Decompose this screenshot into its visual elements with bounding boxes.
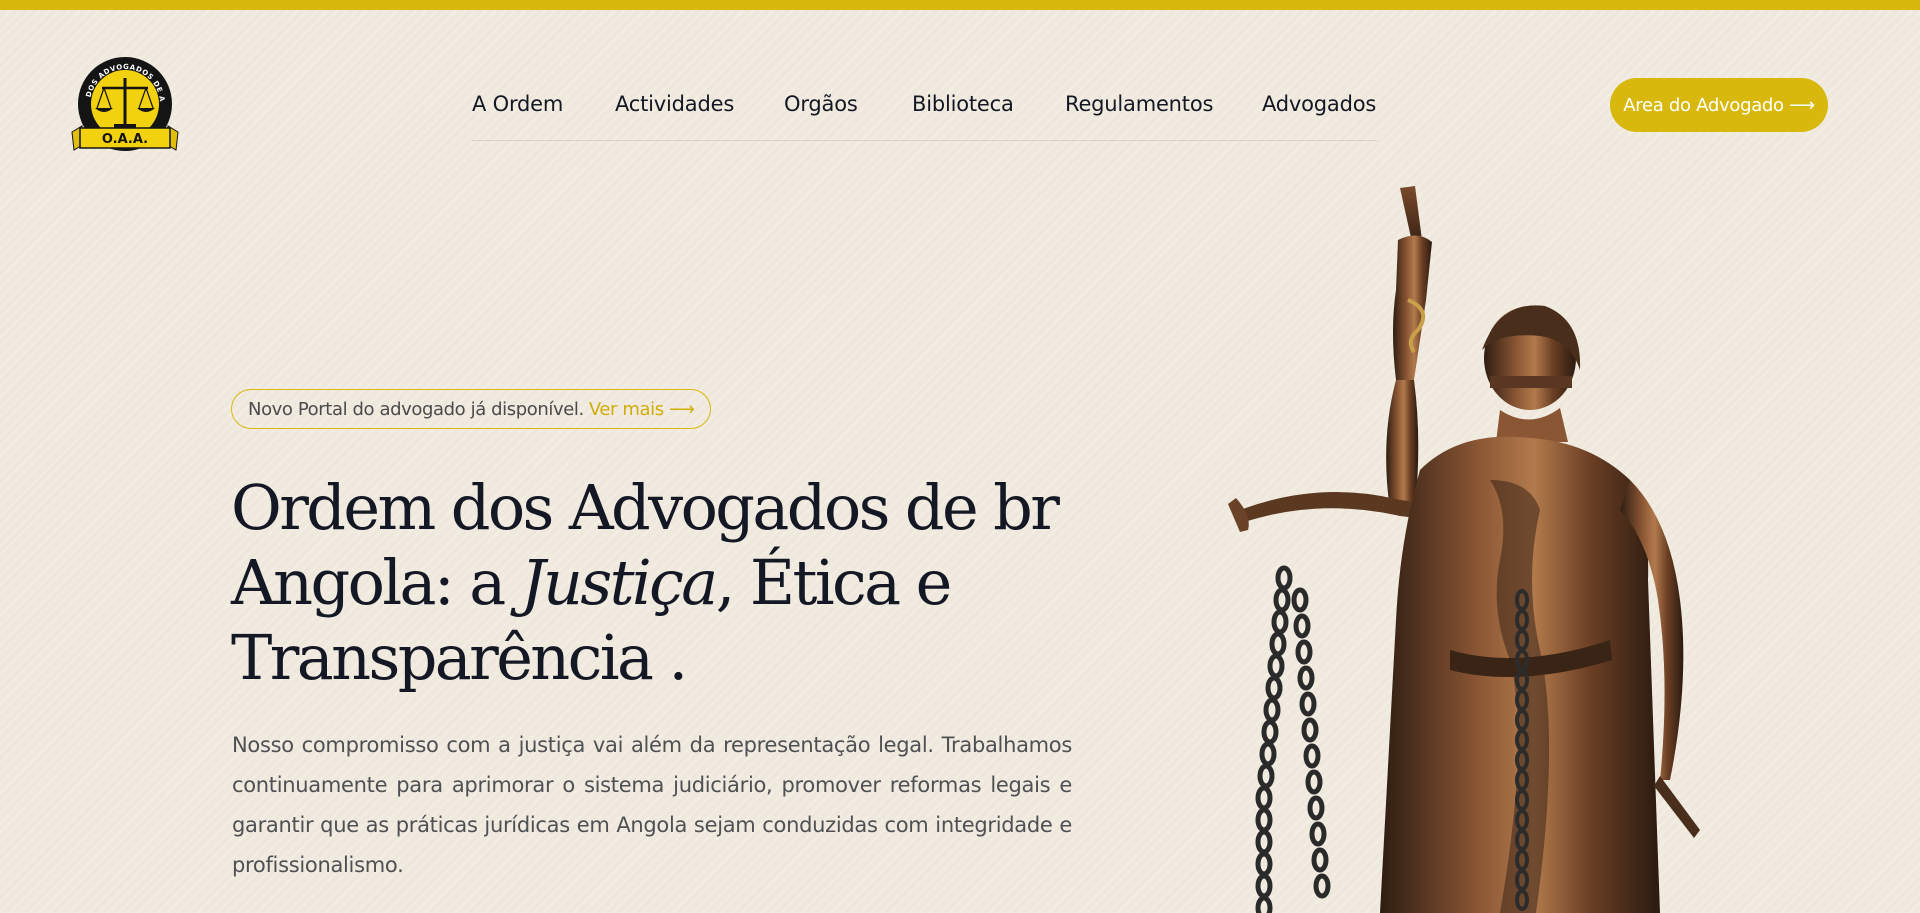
scales-emblem-icon: ORDEM DOS ADVOGADOS DE ANGOLA O.A.A.	[66, 50, 179, 151]
nav-item-advogados[interactable]: Advogados	[1262, 92, 1376, 116]
statue-illustration	[1228, 186, 1700, 913]
oaa-logo[interactable]: ORDEM DOS ADVOGADOS DE ANGOLA O.A.A.	[66, 50, 180, 156]
hero-description: Nosso compromisso com a justiça vai além…	[232, 733, 1072, 877]
announcement-text: Novo Portal do advogado já disponível.	[248, 398, 584, 420]
svg-text:O.A.A.: O.A.A.	[102, 132, 148, 147]
top-accent-bar	[0, 0, 1920, 10]
nav-item-orgaos[interactable]: Orgãos	[784, 92, 858, 116]
hero-title-emphasis: Justiça	[520, 546, 718, 619]
hero-title-line1: Ordem dos Advogados de br	[231, 471, 1060, 544]
nav-item-regulamentos[interactable]: Regulamentos	[1065, 92, 1213, 116]
nav-item-actividades[interactable]: Actividades	[615, 92, 734, 116]
hero-title-line2-post: , Ética e	[715, 546, 953, 619]
main-nav: A Ordem Actividades Orgãos Biblioteca Re…	[472, 92, 1378, 141]
hero-title-line2-pre: Angola: a	[231, 546, 521, 619]
hero-title: Ordem dos Advogados de br Angola: a Just…	[231, 470, 1131, 695]
nav-item-a-ordem[interactable]: A Ordem	[472, 92, 563, 116]
lady-justice-statue-image	[1200, 180, 1760, 913]
nav-item-biblioteca[interactable]: Biblioteca	[912, 92, 1014, 116]
announcement-pill: Novo Portal do advogado já disponível. V…	[231, 389, 712, 429]
ver-mais-link[interactable]: Ver mais ⟶	[589, 399, 695, 420]
area-do-advogado-button[interactable]: Area do Advogado ⟶	[1610, 78, 1828, 132]
hero-title-line3: Transparência .	[231, 621, 688, 694]
